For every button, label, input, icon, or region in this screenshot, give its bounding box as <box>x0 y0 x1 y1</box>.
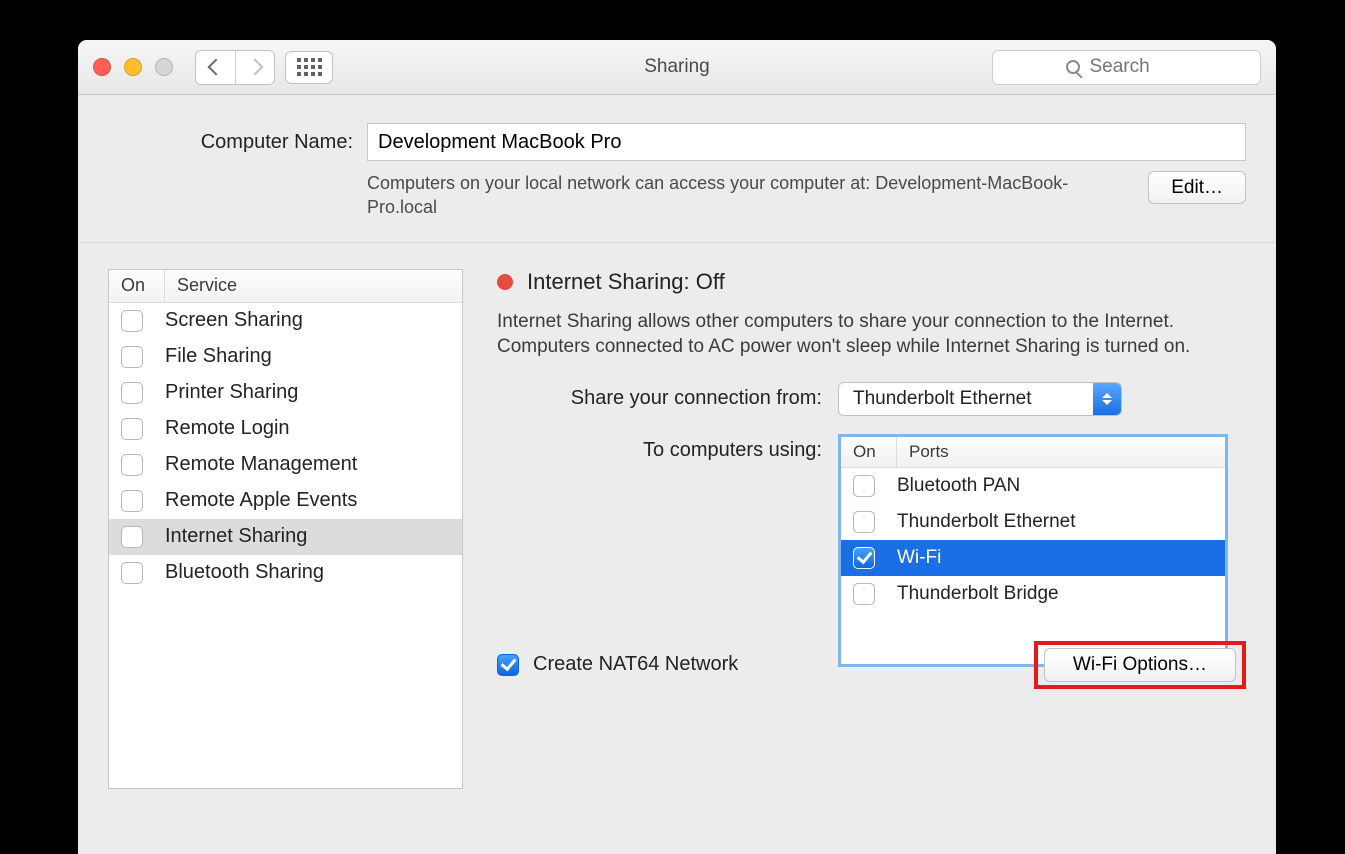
service-checkbox[interactable] <box>121 562 143 584</box>
service-name: Screen Sharing <box>165 309 303 332</box>
share-from-row: Share your connection from: Thunderbolt … <box>497 382 1246 416</box>
service-name: Remote Apple Events <box>165 489 357 512</box>
titlebar: Sharing <box>78 40 1276 95</box>
ports-col-on[interactable]: On <box>841 437 897 467</box>
port-row[interactable]: Wi-Fi <box>841 540 1225 576</box>
service-row[interactable]: Remote Management <box>109 447 462 483</box>
close-window-button[interactable] <box>93 58 111 76</box>
nat64-label: Create NAT64 Network <box>533 653 738 676</box>
port-checkbox[interactable] <box>853 583 875 605</box>
service-checkbox[interactable] <box>121 454 143 476</box>
port-checkbox[interactable] <box>853 547 875 569</box>
search-icon <box>1066 60 1080 74</box>
services-col-service[interactable]: Service <box>165 275 462 296</box>
nat64-checkbox[interactable]: Create NAT64 Network <box>497 653 738 676</box>
service-name: File Sharing <box>165 345 272 368</box>
status-title: Internet Sharing: Off <box>527 269 725 295</box>
service-checkbox[interactable] <box>121 346 143 368</box>
ports-col-ports[interactable]: Ports <box>897 442 949 462</box>
port-row[interactable]: Thunderbolt Ethernet <box>841 504 1225 540</box>
service-row[interactable]: Remote Apple Events <box>109 483 462 519</box>
chevron-left-icon <box>207 59 224 76</box>
service-checkbox[interactable] <box>121 310 143 332</box>
port-name: Wi-Fi <box>897 547 941 569</box>
port-row[interactable]: Bluetooth PAN <box>841 468 1225 504</box>
sharing-prefpane-window: Sharing Computer Name: Computers on your… <box>78 40 1276 854</box>
service-name: Remote Login <box>165 417 290 440</box>
grid-icon <box>297 58 322 76</box>
wifi-options-highlight: Wi-Fi Options… <box>1034 641 1246 689</box>
service-checkbox[interactable] <box>121 490 143 512</box>
port-name: Thunderbolt Ethernet <box>897 511 1076 533</box>
port-name: Thunderbolt Bridge <box>897 583 1059 605</box>
chevron-right-icon <box>247 59 264 76</box>
to-computers-label: To computers using: <box>497 434 822 462</box>
computer-name-label: Computer Name: <box>108 131 353 154</box>
service-row[interactable]: Printer Sharing <box>109 375 462 411</box>
service-name: Bluetooth Sharing <box>165 561 324 584</box>
ports-header: On Ports <box>841 437 1225 468</box>
services-header: On Service <box>109 270 462 303</box>
computer-name-description: Computers on your local network can acce… <box>367 171 1148 220</box>
window-controls <box>93 58 173 76</box>
search-input[interactable] <box>1088 55 1188 79</box>
show-all-prefs-button[interactable] <box>285 51 333 84</box>
service-description: Internet Sharing allows other computers … <box>497 309 1246 360</box>
service-checkbox[interactable] <box>121 382 143 404</box>
ports-table: On Ports Bluetooth PAN Thunderbolt Ethern… <box>838 434 1228 667</box>
share-from-select[interactable]: Thunderbolt Ethernet <box>838 382 1122 416</box>
edit-hostname-button[interactable]: Edit… <box>1148 171 1246 204</box>
service-row[interactable]: Remote Login <box>109 411 462 447</box>
search-field[interactable] <box>992 50 1261 85</box>
back-button[interactable] <box>196 51 235 84</box>
service-checkbox[interactable] <box>121 418 143 440</box>
service-name: Printer Sharing <box>165 381 298 404</box>
computer-name-section: Computer Name: Computers on your local n… <box>78 95 1276 243</box>
status-row: Internet Sharing: Off <box>497 269 1246 295</box>
services-col-on[interactable]: On <box>109 270 165 302</box>
share-from-value: Thunderbolt Ethernet <box>839 388 1093 410</box>
wifi-options-button[interactable]: Wi-Fi Options… <box>1044 648 1236 682</box>
service-row[interactable]: Bluetooth Sharing <box>109 555 462 591</box>
service-row[interactable]: Internet Sharing <box>109 519 462 555</box>
services-table: On Service Screen Sharing File Sharing Pri… <box>108 269 463 789</box>
select-stepper-icon <box>1093 383 1121 415</box>
nav-group <box>195 50 275 85</box>
service-name: Remote Management <box>165 453 357 476</box>
port-name: Bluetooth PAN <box>897 475 1020 497</box>
port-checkbox[interactable] <box>853 475 875 497</box>
share-from-label: Share your connection from: <box>497 382 822 410</box>
service-detail-pane: Internet Sharing: Off Internet Sharing a… <box>497 269 1246 685</box>
bottom-row: Create NAT64 Network Wi-Fi Options… <box>497 641 1246 689</box>
service-row[interactable]: Screen Sharing <box>109 303 462 339</box>
forward-button[interactable] <box>235 51 274 84</box>
computer-name-input[interactable] <box>367 123 1246 161</box>
port-checkbox[interactable] <box>853 511 875 533</box>
status-indicator-icon <box>497 274 513 290</box>
service-row[interactable]: File Sharing <box>109 339 462 375</box>
port-row[interactable]: Thunderbolt Bridge <box>841 576 1225 612</box>
service-checkbox[interactable] <box>121 526 143 548</box>
zoom-window-button[interactable] <box>155 58 173 76</box>
minimize-window-button[interactable] <box>124 58 142 76</box>
checkbox-icon <box>497 654 519 676</box>
to-computers-row: To computers using: On Ports Bluetooth P… <box>497 434 1246 667</box>
service-name: Internet Sharing <box>165 525 307 548</box>
services-section: On Service Screen Sharing File Sharing Pri… <box>78 243 1276 842</box>
